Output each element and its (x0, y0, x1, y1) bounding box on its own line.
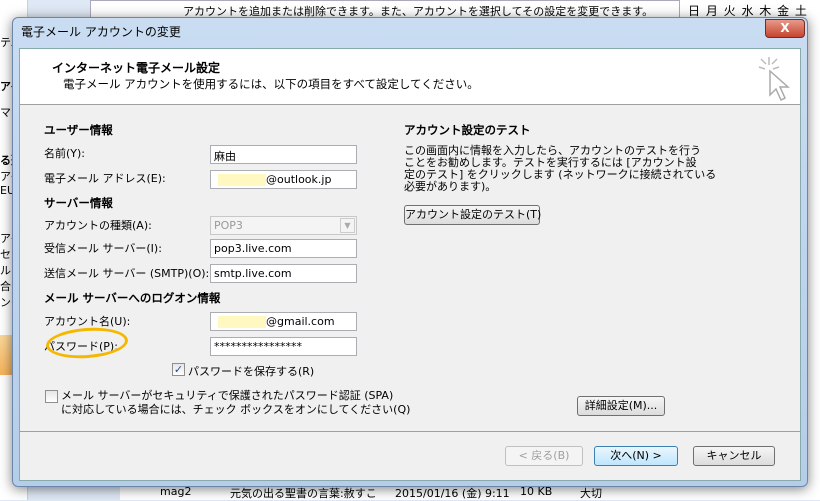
test-account-button[interactable]: アカウント設定のテスト(T) (404, 205, 541, 225)
more-settings-button[interactable]: 詳細設定(M)... (577, 396, 665, 416)
account-name-label: アカウント名(U): (44, 315, 131, 328)
password-input[interactable]: **************** (210, 337, 357, 356)
name-input[interactable]: 麻由 (210, 145, 357, 164)
mail-category: 大切 (580, 487, 602, 500)
test-description: この画面内に情報を入力したら、アカウントのテストを行う ことをお勧めします。テス… (404, 145, 716, 193)
account-type-label: アカウントの種類(A): (44, 219, 152, 232)
server-info-heading: サーバー情報 (44, 196, 113, 210)
mail-subject: 元気の出る聖書の言葉:赦すこ (230, 487, 377, 500)
save-password-checkbox[interactable]: ✓ (172, 363, 185, 376)
cursor-sparkle-icon (758, 57, 790, 102)
save-password-label[interactable]: パスワードを保存する(R) (188, 363, 314, 379)
spa-checkbox[interactable] (45, 390, 58, 403)
next-button[interactable]: 次へ(N) > (594, 446, 678, 466)
dialog-body: インターネット電子メール設定 電子メール アカウントを使用するには、以下の項目を… (19, 48, 801, 481)
header-subtitle: 電子メール アカウントを使用するには、以下の項目をすべて設定してください。 (63, 77, 479, 91)
account-type-select[interactable]: POP3 ▼ (210, 216, 357, 235)
incoming-server-label: 受信メール サーバー(I): (44, 242, 162, 255)
name-label: 名前(Y): (44, 147, 86, 160)
header-title: インターネット電子メール設定 (52, 61, 221, 75)
chevron-down-icon: ▼ (340, 218, 355, 233)
highlight-annotation (45, 325, 129, 361)
back-button[interactable]: < 戻る(B) (505, 446, 583, 466)
email-input[interactable]: @outlook.jp (210, 170, 357, 189)
email-label: 電子メール アドレス(E): (44, 172, 166, 185)
account-type-value: POP3 (214, 219, 243, 232)
email-domain: @outlook.jp (266, 173, 332, 186)
outgoing-server-input[interactable]: smtp.live.com (210, 264, 357, 283)
test-line: 必要があります)。 (404, 180, 497, 193)
logon-info-heading: メール サーバーへのログオン情報 (44, 291, 221, 305)
folder-fragment: ル (0, 264, 11, 277)
dialog-title: 電子メール アカウントの変更 (21, 25, 181, 39)
incoming-server-input[interactable]: pop3.live.com (210, 239, 357, 258)
redacted-mask (218, 174, 266, 186)
test-heading: アカウント設定のテスト (404, 123, 531, 137)
account-settings-dialog: 電子メール アカウントの変更 X インターネット電子メール設定 電子メール アカ… (12, 17, 808, 487)
dialog-header: インターネット電子メール設定 電子メール アカウントを使用するには、以下の項目を… (20, 49, 800, 105)
footer-divider (20, 431, 800, 432)
user-info-heading: ユーザー情報 (44, 123, 113, 137)
outgoing-server-label: 送信メール サーバー (SMTP)(O): (44, 267, 210, 280)
spa-label-line2[interactable]: に対応している場合には、チェック ボックスをオンにしてください(Q) (61, 401, 410, 417)
close-button[interactable]: X (765, 19, 805, 38)
cancel-button[interactable]: キャンセル (693, 446, 775, 466)
account-domain: @gmail.com (266, 315, 335, 328)
redacted-mask (218, 316, 266, 328)
account-name-input[interactable]: @gmail.com (210, 312, 357, 331)
mail-date: 2015/01/16 (金) 9:11 (395, 487, 510, 500)
